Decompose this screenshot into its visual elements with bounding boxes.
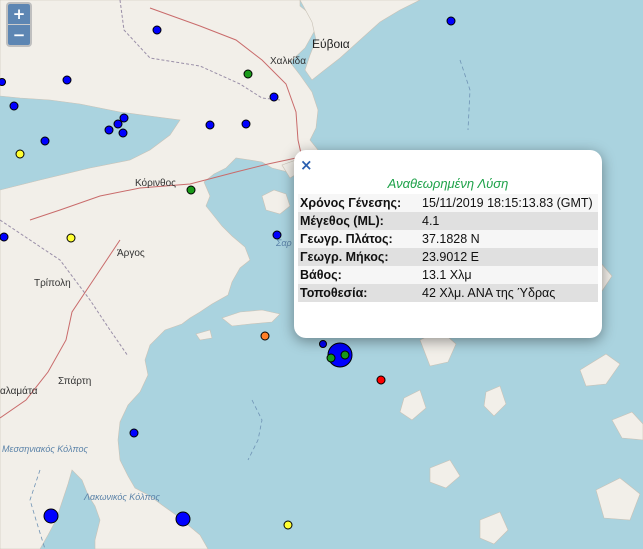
detail-value: 23.9012 E [420,248,598,266]
detail-row: Γεωγρ. Πλάτος: 37.1828 N [298,230,598,248]
marker-blue[interactable] [269,92,279,102]
marker-blue[interactable] [9,101,19,111]
marker-orange[interactable] [260,331,270,341]
zoom-in-button[interactable]: + [8,4,30,24]
marker-blue[interactable] [40,136,50,146]
marker-blue[interactable] [62,75,72,85]
marker-blue[interactable] [119,113,129,123]
earthquake-details-table: Χρόνος Γένεσης: 15/11/2019 18:15:13.83 (G… [298,194,598,302]
detail-value: 42 Χλμ. ΑΝΑ της Ύδρας [420,284,598,302]
marker-blue[interactable] [0,232,9,242]
detail-key: Γεωγρ. Μήκος: [298,248,420,266]
zoom-out-button[interactable]: − [8,24,30,45]
detail-key: Βάθος: [298,266,420,284]
marker-green[interactable] [243,69,253,79]
detail-value: 37.1828 N [420,230,598,248]
detail-value: 15/11/2019 18:15:13.83 (GMT) [420,194,598,212]
label-chalkida: Χαλκίδα [270,55,306,67]
label-argos: Άργος [117,248,145,259]
marker-yellow[interactable] [283,520,293,530]
detail-row: Γεωγρ. Μήκος: 23.9012 E [298,248,598,266]
marker-blue[interactable] [113,119,123,129]
marker-green[interactable] [340,350,350,360]
detail-row: Μέγεθος (ML): 4.1 [298,212,598,230]
marker-blue[interactable] [205,120,215,130]
marker-yellow[interactable] [15,149,25,159]
marker-blue[interactable] [152,25,162,35]
label-kalamata: αλαμάτα [0,385,38,397]
zoom-control: + − [6,2,32,47]
detail-row: Χρόνος Γένεσης: 15/11/2019 18:15:13.83 (G… [298,194,598,212]
label-messiniakos: Μεσσηνιακός Κόλπος [2,444,88,454]
marker-blue[interactable] [272,230,282,240]
close-icon[interactable]: × [300,156,313,174]
marker-blue[interactable] [446,16,456,26]
marker-red[interactable] [376,375,386,385]
popup-title: Αναθεωρημένη Λύση [387,176,509,191]
label-lakonikos: Λακωνικός Κόλπος [83,492,161,502]
label-tripoli: Τρίπολη [34,277,71,289]
detail-key: Γεωγρ. Πλάτος: [298,230,420,248]
marker-blue[interactable] [129,428,139,438]
marker-blue[interactable] [241,119,251,129]
detail-value: 13.1 Χλμ [420,266,598,284]
marker-blue[interactable] [118,128,128,138]
earthquake-info-popup: × Αναθεωρημένη Λύση Χρόνος Γένεσης: 15/11… [294,150,602,338]
marker-blue[interactable] [175,511,191,527]
label-evia: Εύβοια [312,37,350,51]
detail-key: Μέγεθος (ML): [298,212,420,230]
label-sparti: Σπάρτη [58,375,91,387]
marker-green[interactable] [326,353,336,363]
marker-blue[interactable] [43,508,59,524]
label-saronikos: Σαρ [275,238,292,248]
marker-blue[interactable] [104,125,114,135]
detail-row: Βάθος: 13.1 Χλμ [298,266,598,284]
detail-value: 4.1 [420,212,598,230]
marker-blue[interactable] [0,78,6,86]
marker-yellow[interactable] [66,233,76,243]
marker-blue[interactable] [319,340,327,348]
label-korinthos: Κόρινθος [135,177,176,189]
marker-green[interactable] [186,185,196,195]
detail-key: Τοποθεσία: [298,284,420,302]
detail-row: Τοποθεσία: 42 Χλμ. ΑΝΑ της Ύδρας [298,284,598,302]
detail-key: Χρόνος Γένεσης: [298,194,420,212]
